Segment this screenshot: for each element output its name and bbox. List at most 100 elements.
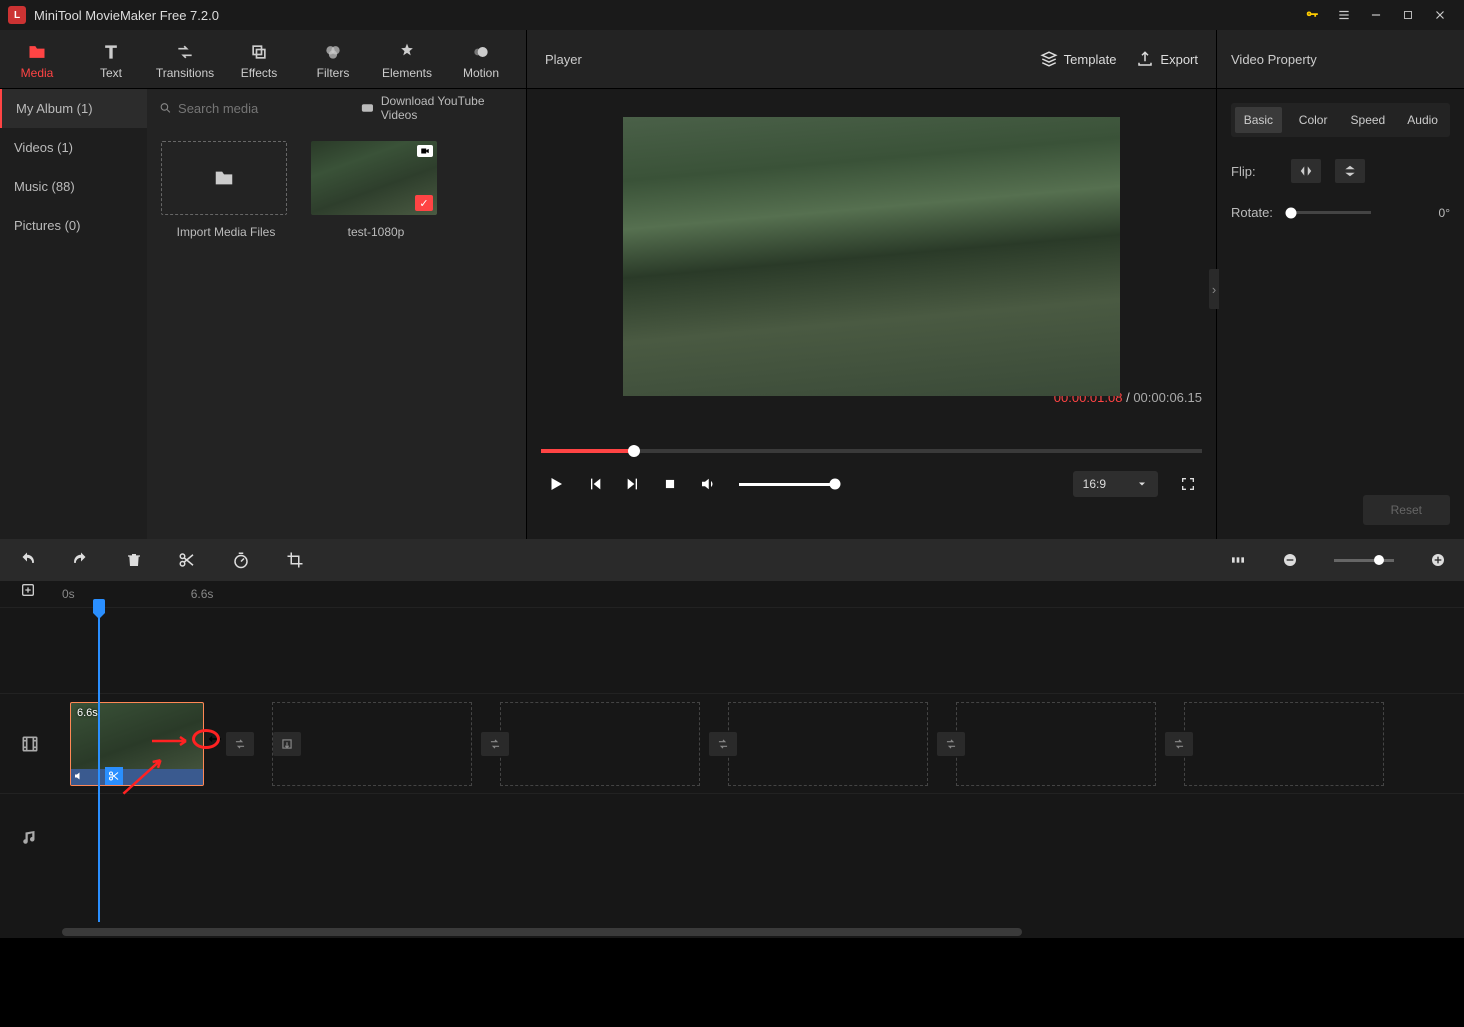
elements-icon: [370, 38, 444, 66]
redo-button[interactable]: [72, 551, 90, 569]
chevron-down-icon: [1136, 478, 1148, 490]
tab-motion[interactable]: Motion: [444, 38, 518, 80]
duration-time: 00:00:06.15: [1133, 390, 1202, 405]
scrollbar-thumb[interactable]: [62, 928, 1022, 936]
video-badge-icon: [417, 145, 433, 157]
delete-button[interactable]: [126, 551, 142, 569]
prev-frame-button[interactable]: [587, 476, 603, 492]
app-title: MiniTool MovieMaker Free 7.2.0: [34, 8, 219, 23]
import-media-item[interactable]: Import Media Files: [161, 141, 291, 239]
preview-canvas[interactable]: [623, 117, 1120, 396]
media-item-clip1[interactable]: ✓ test-1080p: [311, 141, 441, 239]
tab-text[interactable]: Text: [74, 38, 148, 80]
timeline-ruler[interactable]: 0s 6.6s: [0, 581, 1464, 607]
flip-row: Flip:: [1231, 159, 1450, 183]
prop-tab-basic[interactable]: Basic: [1235, 107, 1282, 133]
main-tabs: Media Text Transitions Effects Filters E…: [0, 30, 527, 88]
tab-media[interactable]: Media: [0, 38, 74, 80]
empty-clip-slot[interactable]: [272, 702, 472, 786]
player-panel: 00:00:01.08 / 00:00:06.15 16:9: [527, 89, 1217, 539]
video-track: 6.6s: [0, 693, 1464, 793]
flip-horizontal-button[interactable]: [1291, 159, 1321, 183]
tab-elements[interactable]: Elements: [370, 38, 444, 80]
empty-clip-slot[interactable]: [956, 702, 1156, 786]
playhead-handle[interactable]: [93, 599, 105, 613]
volume-button[interactable]: [699, 475, 717, 493]
zoom-fit-button[interactable]: [1230, 552, 1246, 568]
crop-button[interactable]: [286, 551, 304, 569]
play-button[interactable]: [547, 475, 565, 493]
tab-transitions[interactable]: Transitions: [148, 38, 222, 80]
empty-clip-slot[interactable]: [500, 702, 700, 786]
timeline-clip[interactable]: 6.6s: [70, 702, 204, 786]
download-youtube-button[interactable]: Download YouTube Videos: [360, 94, 514, 122]
slot-transition-icon: [709, 732, 737, 756]
add-track-button[interactable]: [20, 582, 36, 598]
tab-effects-label: Effects: [222, 66, 296, 80]
undo-button[interactable]: [18, 551, 36, 569]
sidebar-item-videos[interactable]: Videos (1): [0, 128, 147, 167]
menu-icon[interactable]: [1328, 0, 1360, 30]
volume-slider[interactable]: [739, 483, 835, 486]
aspect-ratio-select[interactable]: 16:9: [1073, 471, 1158, 497]
export-label: Export: [1160, 52, 1198, 67]
clip-split-handle[interactable]: [105, 767, 123, 785]
film-icon: [20, 734, 40, 754]
timeline: 0s 6.6s 6.6s: [0, 581, 1464, 938]
video-track-body[interactable]: 6.6s: [60, 694, 1464, 793]
aspect-ratio-value: 16:9: [1083, 477, 1106, 491]
seek-slider[interactable]: [541, 449, 1202, 453]
speed-button[interactable]: [232, 551, 250, 569]
sidebar-item-album[interactable]: My Album (1): [0, 89, 147, 128]
zoom-in-button[interactable]: [1430, 552, 1446, 568]
tab-motion-label: Motion: [444, 66, 518, 80]
download-youtube-label: Download YouTube Videos: [381, 94, 514, 122]
volume-knob[interactable]: [830, 479, 841, 490]
reset-button[interactable]: Reset: [1363, 495, 1450, 525]
media-panel: My Album (1) Videos (1) Music (88) Pictu…: [0, 89, 527, 539]
flip-vertical-button[interactable]: [1335, 159, 1365, 183]
minimize-button[interactable]: [1360, 0, 1392, 30]
transition-slot-button[interactable]: [226, 732, 254, 756]
clip1-label: test-1080p: [311, 225, 441, 239]
tab-effects[interactable]: Effects: [222, 38, 296, 80]
export-button[interactable]: Export: [1136, 50, 1198, 68]
maximize-button[interactable]: [1392, 0, 1424, 30]
stop-button[interactable]: [663, 477, 677, 491]
rotate-slider[interactable]: [1291, 211, 1371, 214]
overlay-track-body[interactable]: [60, 608, 1464, 693]
empty-clip-slot[interactable]: [1184, 702, 1384, 786]
playhead[interactable]: [98, 607, 100, 922]
clip-audio-strip: [71, 769, 203, 785]
close-button[interactable]: [1424, 0, 1456, 30]
flip-vertical-icon: [1343, 163, 1357, 179]
prop-tab-color[interactable]: Color: [1290, 107, 1337, 133]
next-frame-button[interactable]: [625, 476, 641, 492]
sidebar-item-pictures[interactable]: Pictures (0): [0, 206, 147, 245]
zoom-slider[interactable]: [1334, 559, 1394, 562]
ruler-mark-0: 0s: [62, 587, 75, 601]
zoom-out-button[interactable]: [1282, 552, 1298, 568]
seek-knob[interactable]: [628, 445, 640, 457]
timeline-scrollbar[interactable]: [62, 928, 1402, 938]
fullscreen-button[interactable]: [1180, 476, 1196, 492]
key-icon[interactable]: [1296, 0, 1328, 30]
empty-clip-slot[interactable]: [728, 702, 928, 786]
tab-filters[interactable]: Filters: [296, 38, 370, 80]
audio-track-body[interactable]: [60, 794, 1464, 879]
import-thumb: [161, 141, 287, 215]
media-grid: Import Media Files ✓ test-1080p: [147, 127, 526, 253]
template-icon: [1040, 50, 1058, 68]
panel-expand-button[interactable]: ›: [1209, 269, 1219, 309]
search-input[interactable]: [178, 101, 354, 116]
rotate-knob[interactable]: [1286, 207, 1297, 218]
template-button[interactable]: Template: [1040, 50, 1117, 68]
prop-tab-audio[interactable]: Audio: [1399, 107, 1446, 133]
check-icon: ✓: [415, 195, 433, 211]
media-search-row: Download YouTube Videos: [147, 89, 526, 127]
prop-tab-speed[interactable]: Speed: [1345, 107, 1392, 133]
zoom-knob[interactable]: [1374, 555, 1384, 565]
filters-icon: [296, 38, 370, 66]
sidebar-item-music[interactable]: Music (88): [0, 167, 147, 206]
split-button[interactable]: [178, 551, 196, 569]
